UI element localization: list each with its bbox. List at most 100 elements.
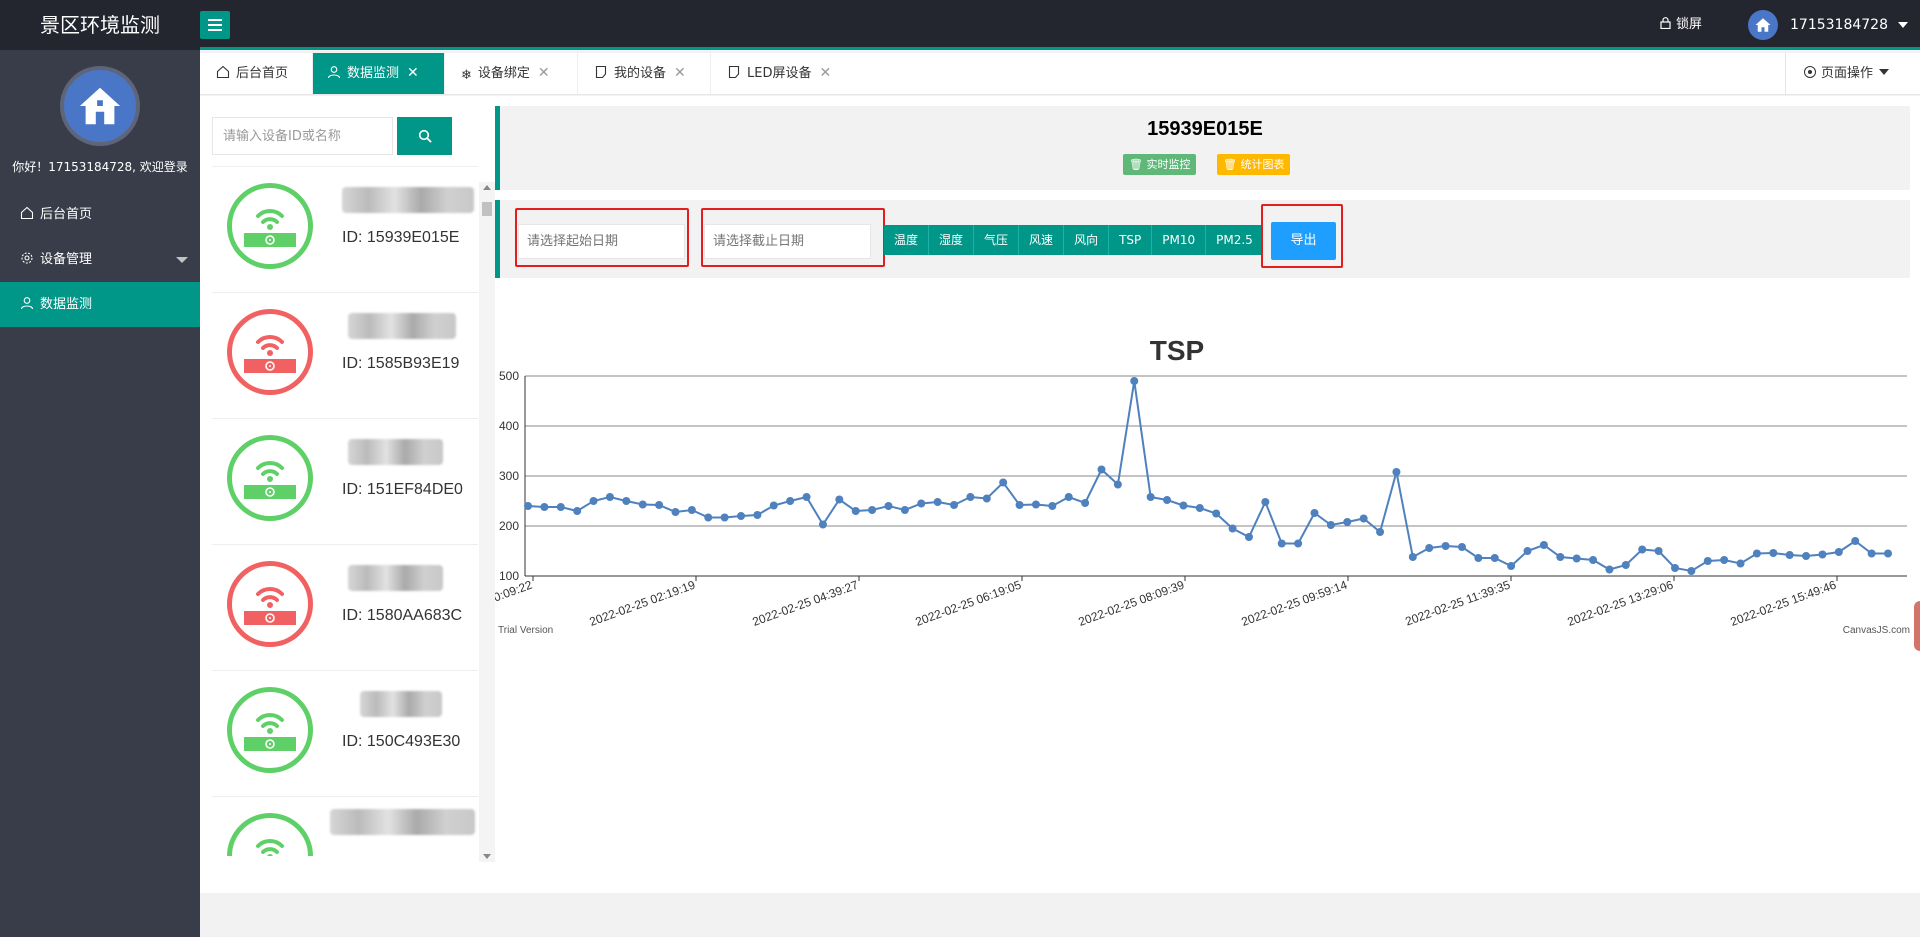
data-point[interactable] [655,501,664,509]
tab-my-devices[interactable]: 我的设备 ✕ [578,53,711,94]
user-menu[interactable]: 17153184728 [1748,10,1908,40]
data-point[interactable] [1851,537,1860,545]
data-point[interactable] [1769,549,1778,557]
data-point[interactable] [1195,504,1204,512]
data-point[interactable] [1556,553,1565,561]
data-point[interactable] [687,506,696,514]
data-point[interactable] [1146,493,1155,501]
tab-home[interactable]: 后台首页 [200,53,313,94]
stats-chart-button[interactable]: 🗑 统计图表 [1217,154,1291,175]
scroll-down-arrow-icon[interactable] [483,854,491,859]
data-point[interactable] [638,500,647,509]
data-point[interactable] [950,501,959,509]
scroll-thumb[interactable] [482,202,492,216]
data-point[interactable] [1703,557,1712,565]
data-point[interactable] [1605,565,1614,574]
data-point[interactable] [1687,567,1696,575]
data-point[interactable] [1261,498,1270,506]
data-point[interactable] [1228,524,1237,533]
data-point[interactable] [1490,554,1499,562]
data-point[interactable] [1048,502,1057,510]
search-button[interactable] [397,117,452,155]
data-point[interactable] [1163,496,1172,504]
data-point[interactable] [884,502,893,510]
data-point[interactable] [1212,509,1221,518]
data-point[interactable] [1720,556,1729,564]
data-point[interactable] [1736,559,1745,568]
data-point[interactable] [1064,493,1073,501]
data-point[interactable] [1244,533,1253,541]
data-point[interactable] [753,511,762,519]
data-point[interactable] [1654,547,1663,555]
data-point[interactable] [868,506,877,514]
data-point[interactable] [704,513,713,522]
data-point[interactable] [1277,539,1286,548]
data-point[interactable] [1113,480,1122,489]
data-point[interactable] [835,495,844,504]
data-point[interactable] [1081,499,1090,507]
data-point[interactable] [737,512,746,520]
data-point[interactable] [622,497,631,505]
data-point[interactable] [1638,545,1647,554]
close-icon[interactable]: ✕ [674,53,686,94]
data-point[interactable] [1376,528,1385,536]
lock-screen-button[interactable]: 锁屏 [1660,0,1702,50]
realtime-monitor-button[interactable]: 🗑 实时监控 [1123,154,1197,175]
data-point[interactable] [1015,501,1024,509]
data-point[interactable] [573,507,582,515]
data-point[interactable] [1457,543,1466,551]
data-point[interactable] [556,503,565,511]
metric-pressure-button[interactable]: 气压 [974,225,1020,255]
page-operations-dropdown[interactable]: 页面操作 [1785,53,1920,94]
data-point[interactable] [1441,542,1450,550]
data-point[interactable] [999,478,1008,487]
data-point[interactable] [1670,564,1679,572]
data-point[interactable] [851,507,860,515]
data-point[interactable] [605,493,614,501]
metric-wind-speed-button[interactable]: 风速 [1019,225,1065,255]
metric-temperature-button[interactable]: 温度 [884,225,930,255]
data-point[interactable] [1392,468,1401,476]
data-point[interactable] [1802,552,1811,560]
menu-toggle-button[interactable] [200,11,230,39]
device-item[interactable]: ID: 1580AA683C [212,545,478,671]
data-point[interactable] [1359,514,1368,523]
tab-led-devices[interactable]: LED屏设备 ✕ [711,53,851,94]
data-point[interactable] [1179,501,1188,510]
metric-pm10-button[interactable]: PM10 [1152,225,1207,255]
data-point[interactable] [524,502,532,510]
data-point[interactable] [1621,561,1630,569]
data-point[interactable] [1343,518,1352,526]
data-point[interactable] [802,493,811,501]
device-item[interactable]: ID: 15939E015E [212,167,478,293]
close-icon[interactable]: ✕ [819,53,831,94]
data-point[interactable] [933,498,942,506]
data-point[interactable] [1572,554,1581,563]
data-point[interactable] [1294,539,1303,548]
data-point[interactable] [1589,556,1598,564]
tab-data-monitor[interactable]: 数据监测 ✕ [313,53,445,94]
data-point[interactable] [1523,547,1532,555]
sidebar-item-data-monitor[interactable]: 数据监测 [0,282,200,327]
data-point[interactable] [1507,562,1516,570]
device-search-input[interactable] [212,117,393,155]
close-icon[interactable]: ✕ [407,53,419,94]
device-item[interactable]: ID: 1585B93E19 [212,293,478,419]
data-point[interactable] [917,499,926,508]
data-point[interactable] [1539,541,1548,549]
side-float-handle[interactable] [1914,601,1920,651]
data-point[interactable] [1310,509,1319,517]
data-point[interactable] [786,497,795,505]
data-point[interactable] [769,501,778,510]
metric-tsp-button[interactable]: TSP [1109,225,1153,255]
scroll-up-arrow-icon[interactable] [483,185,491,190]
data-point[interactable] [671,508,680,516]
data-point[interactable] [1834,548,1843,556]
data-point[interactable] [818,520,827,529]
metric-humidity-button[interactable]: 湿度 [929,225,975,255]
metric-pm25-button[interactable]: PM2.5 [1206,225,1263,255]
data-point[interactable] [966,493,975,501]
sidebar-item-device-management[interactable]: 设备管理 [0,237,200,282]
sidebar-item-home[interactable]: 后台首页 [0,192,200,237]
data-point[interactable] [540,503,549,511]
